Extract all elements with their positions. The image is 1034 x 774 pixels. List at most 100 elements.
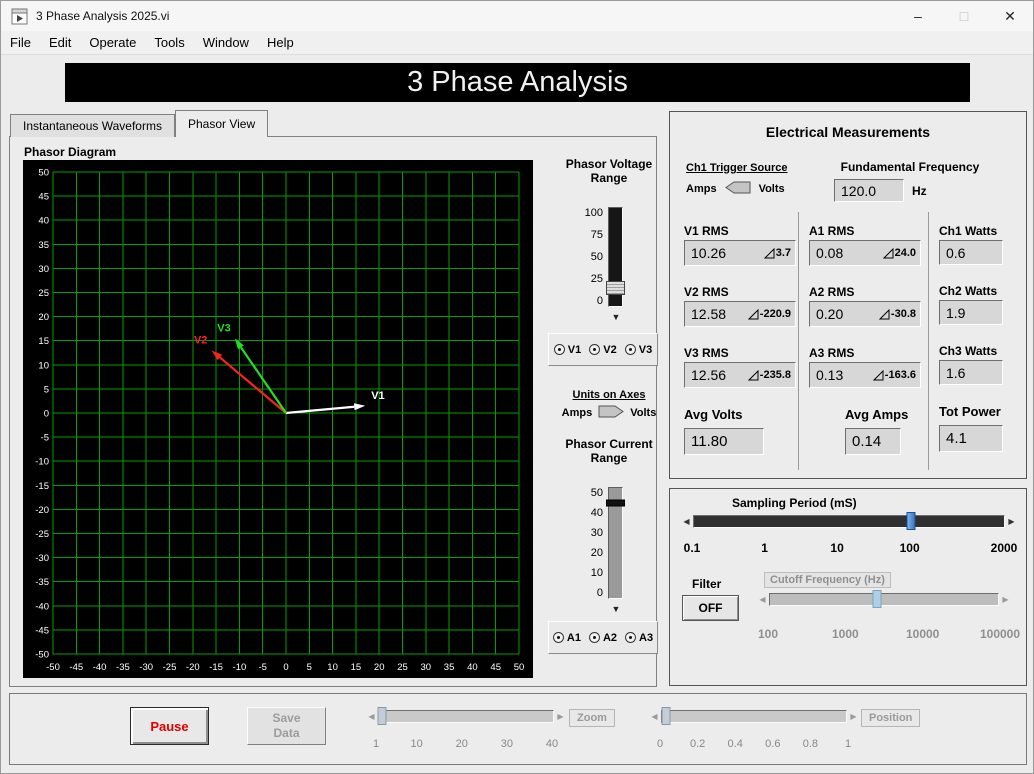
radio-a3[interactable]: A3 <box>625 632 653 644</box>
svg-text:25: 25 <box>38 288 49 299</box>
close-button[interactable]: ✕ <box>987 1 1033 31</box>
menu-window[interactable]: Window <box>194 35 258 50</box>
slider-left-arrow-icon[interactable]: ◀ <box>650 713 659 721</box>
fundamental-frequency-input[interactable]: 120.0 <box>834 179 904 202</box>
tick-label: 25 <box>591 273 603 285</box>
tot-power-display: 4.1 <box>939 425 1003 452</box>
tick-label: 0.1 <box>684 541 701 555</box>
units-on-axes-toggle-row: Amps Volts <box>548 405 670 421</box>
svg-text:5: 5 <box>307 662 312 673</box>
rms-angle: -220.9 <box>760 308 791 320</box>
rms-angle: 3.7 <box>776 247 791 259</box>
radio-label: A3 <box>639 632 653 644</box>
radio-icon <box>554 344 565 355</box>
tab-phasor-view[interactable]: Phasor View <box>175 110 268 137</box>
trigger-toggle[interactable] <box>725 181 751 197</box>
ch3-watts-label: Ch3 Watts <box>939 344 1024 359</box>
radio-v1[interactable]: V1 <box>554 344 581 356</box>
radio-label: V2 <box>603 344 616 356</box>
save-data-button[interactable]: Save Data <box>247 707 326 745</box>
phasor-diagram-chart: -50-50-45-45-40-40-35-35-30-30-25-25-20-… <box>23 160 533 678</box>
ch1-watts-label: Ch1 Watts <box>939 224 1024 239</box>
tick-label: 10 <box>830 541 843 555</box>
phasor-voltage-range-slider: 1007550250 <box>582 207 623 307</box>
svg-text:-30: -30 <box>35 553 49 564</box>
minimize-button[interactable]: – <box>895 1 941 31</box>
angle-icon <box>748 370 759 381</box>
svg-text:-45: -45 <box>69 662 83 673</box>
menu-edit[interactable]: Edit <box>40 35 80 50</box>
sampling-period-track[interactable] <box>693 515 1005 528</box>
zoom-track[interactable] <box>378 710 554 723</box>
radio-icon <box>625 344 636 355</box>
a3-rms-display: 0.13 -163.6 <box>809 362 921 388</box>
radio-label: V1 <box>568 344 581 356</box>
electrical-measurements-panel: Electrical Measurements Ch1 Trigger Sour… <box>669 111 1027 479</box>
slider-right-arrow-icon[interactable]: ▶ <box>849 713 858 721</box>
current-channel-selector: A1 A2 A3 <box>548 621 658 654</box>
angle-icon <box>879 309 890 320</box>
svg-text:-20: -20 <box>35 505 49 516</box>
slider-left-arrow-icon[interactable]: ◀ <box>682 518 691 526</box>
pause-button[interactable]: Pause <box>130 707 209 745</box>
current-range-decrement-icon[interactable]: ▼ <box>608 605 624 614</box>
radio-v2[interactable]: V2 <box>589 344 616 356</box>
slider-right-arrow-icon[interactable]: ▶ <box>556 713 565 721</box>
svg-text:-10: -10 <box>35 457 49 468</box>
cutoff-frequency-track[interactable] <box>769 593 999 606</box>
measurements-title: Electrical Measurements <box>670 124 1026 140</box>
radio-a2[interactable]: A2 <box>589 632 617 644</box>
tab-instantaneous-waveforms[interactable]: Instantaneous Waveforms <box>10 114 175 137</box>
menu-help[interactable]: Help <box>258 35 303 50</box>
tick-label: 75 <box>591 229 603 241</box>
measurement-columns: V1 RMS 10.26 3.7 V2 RMS 12.58 -220.9 V3 … <box>674 212 1024 470</box>
position-thumb[interactable] <box>661 707 670 725</box>
slider-right-arrow-icon[interactable]: ▶ <box>1001 596 1010 604</box>
voltage-range-track[interactable] <box>608 207 623 307</box>
position-slider: ◀ ▶ <box>650 710 858 723</box>
radio-v3[interactable]: V3 <box>625 344 652 356</box>
position-track[interactable] <box>661 710 847 723</box>
tick-label: 100 <box>758 627 778 641</box>
current-range-thumb[interactable] <box>606 500 625 507</box>
svg-text:-5: -5 <box>258 662 266 673</box>
banner-title: 3 Phase Analysis <box>407 66 628 99</box>
svg-text:-45: -45 <box>35 625 49 636</box>
units-toggle[interactable] <box>598 405 624 421</box>
menu-operate[interactable]: Operate <box>80 35 145 50</box>
sampling-period-scale: 0.11101002000 <box>692 541 1004 556</box>
rms-angle: -235.8 <box>760 369 791 381</box>
avg-amps-value: 0.14 <box>852 433 881 450</box>
sampling-period-thumb[interactable] <box>907 512 916 530</box>
tick-label: 10 <box>410 738 422 750</box>
rms-value: 10.26 <box>691 245 726 261</box>
tick-label: 40 <box>546 738 558 750</box>
voltage-range-thumb[interactable] <box>606 281 625 295</box>
current-range-scale: 50403020100 <box>582 487 608 599</box>
menu-file[interactable]: File <box>1 35 40 50</box>
tick-label: 40 <box>591 507 603 519</box>
svg-text:45: 45 <box>38 192 49 203</box>
tabstrip: Instantaneous Waveforms Phasor View <box>10 110 268 137</box>
menu-tools[interactable]: Tools <box>145 35 193 50</box>
position-scale: 00.20.40.60.81 <box>660 738 848 753</box>
units-on-axes-label: Units on Axes <box>553 389 665 401</box>
ch3-watts-display: 1.6 <box>939 360 1003 385</box>
slider-right-arrow-icon[interactable]: ▶ <box>1007 518 1016 526</box>
svg-text:20: 20 <box>38 312 49 323</box>
slider-left-arrow-icon[interactable]: ◀ <box>758 596 767 604</box>
maximize-button[interactable]: □ <box>941 1 987 31</box>
tick-label: 0 <box>597 587 603 599</box>
slider-left-arrow-icon[interactable]: ◀ <box>367 713 376 721</box>
ch2-watts-display: 1.9 <box>939 300 1003 325</box>
filter-off-button[interactable]: OFF <box>682 595 739 621</box>
v3-rms-label: V3 RMS <box>684 346 798 361</box>
v1-rms-display: 10.26 3.7 <box>684 240 796 266</box>
zoom-thumb[interactable] <box>378 707 387 725</box>
radio-icon <box>589 632 600 643</box>
voltage-range-decrement-icon[interactable]: ▼ <box>608 313 624 322</box>
current-range-track[interactable] <box>608 487 623 599</box>
avg-volts-display: 11.80 <box>684 428 764 455</box>
radio-a1[interactable]: A1 <box>553 632 581 644</box>
cutoff-frequency-thumb[interactable] <box>873 590 882 608</box>
